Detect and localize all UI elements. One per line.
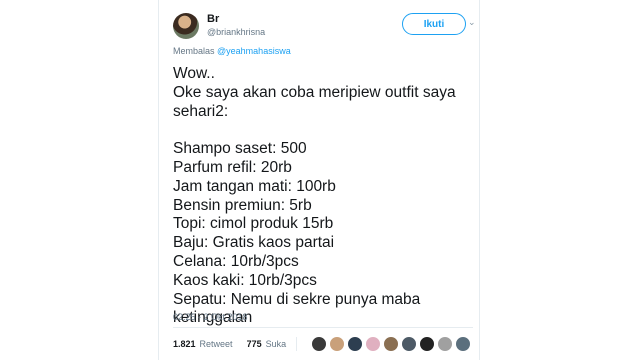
tweet-line: Jam tangan mati: 100rb bbox=[173, 177, 336, 195]
liker-avatar[interactable] bbox=[347, 336, 364, 352]
retweet-label[interactable]: Retweet bbox=[200, 339, 233, 349]
liker-avatar[interactable] bbox=[437, 336, 454, 352]
liker-avatar[interactable] bbox=[455, 336, 472, 352]
reply-prefix: Membalas bbox=[173, 46, 215, 56]
tweet-line: Kaos kaki: 10rb/3pcs bbox=[173, 271, 317, 289]
tweet-line: Baju: Gratis kaos partai bbox=[173, 234, 335, 252]
tweet-line: Parfum refil: 20rb bbox=[173, 158, 292, 176]
chevron-down-icon[interactable]: ⌄ bbox=[468, 17, 476, 28]
tweet-line: Topi: cimol produk 15rb bbox=[173, 215, 334, 233]
tweet-line: Oke saya akan coba meripiew outfit saya bbox=[173, 83, 456, 101]
user-handle[interactable]: @briankhrisna bbox=[207, 27, 265, 37]
liker-avatar[interactable] bbox=[365, 336, 382, 352]
tweet-text: Wow.. Oke saya akan coba meripiew outfit… bbox=[173, 65, 473, 328]
tweet-line: sehari2: bbox=[173, 102, 229, 120]
tweet-stats: 1.821 Retweet 775 Suka bbox=[173, 336, 472, 352]
user-avatar[interactable] bbox=[173, 13, 199, 39]
tweet-line: Bensin premiun: 5rb bbox=[173, 196, 312, 214]
reply-mention-link[interactable]: @yeahmahasiswa bbox=[217, 46, 291, 56]
tweet-line: Sepatu: Nemu di sekre punya maba bbox=[173, 290, 421, 308]
retweet-count[interactable]: 1.821 bbox=[173, 339, 196, 349]
reply-context: Membalas @yeahmahasiswa bbox=[173, 46, 291, 56]
like-label[interactable]: Suka bbox=[266, 339, 287, 349]
liker-avatar[interactable] bbox=[401, 336, 418, 352]
liker-avatar[interactable] bbox=[311, 336, 328, 352]
divider bbox=[296, 337, 298, 351]
liker-avatars bbox=[311, 336, 472, 352]
like-count[interactable]: 775 bbox=[247, 339, 262, 349]
tweet-line: Celana: 10rb/3pcs bbox=[173, 252, 299, 270]
tweet-line bbox=[173, 121, 473, 140]
divider bbox=[173, 327, 473, 328]
liker-avatar[interactable] bbox=[419, 336, 436, 352]
tweet-line: Wow.. bbox=[173, 65, 215, 82]
follow-button[interactable]: Ikuti bbox=[402, 13, 466, 35]
liker-avatar[interactable] bbox=[329, 336, 346, 352]
tweet-timestamp[interactable]: 02.25 - 2 Okt 2018 bbox=[173, 312, 248, 322]
tweet-line: Shampo saset: 500 bbox=[173, 140, 307, 158]
user-name[interactable]: Br bbox=[207, 13, 219, 25]
liker-avatar[interactable] bbox=[383, 336, 400, 352]
